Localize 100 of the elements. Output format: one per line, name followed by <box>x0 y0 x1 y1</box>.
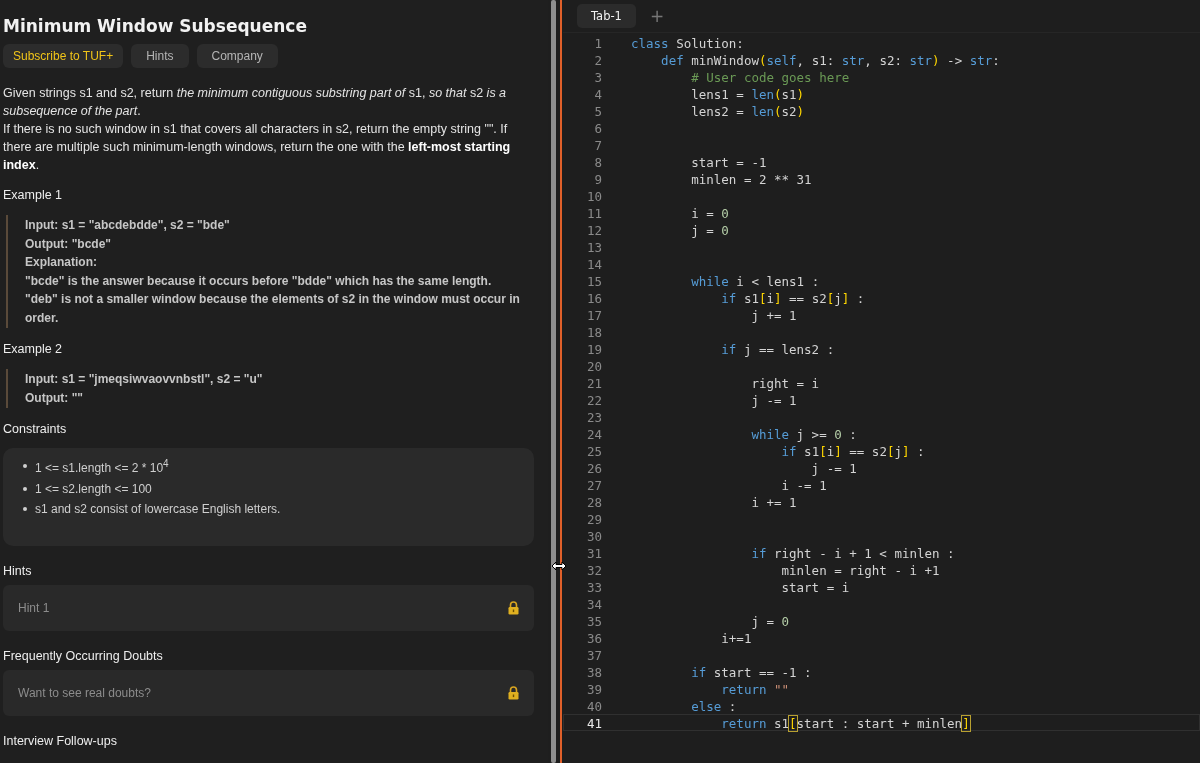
line-number: 31 <box>585 545 602 560</box>
code-line: class Solution: <box>631 35 744 50</box>
bullet-icon <box>23 464 27 469</box>
line-number: 37 <box>585 647 602 662</box>
line-number: 28 <box>585 494 602 509</box>
line-number: 6 <box>593 120 602 135</box>
line-number: 17 <box>585 307 602 322</box>
example-heading: Example 1 <box>3 188 64 204</box>
resize-handle[interactable] <box>560 0 562 763</box>
line-number: 3 <box>593 69 602 84</box>
tag-button[interactable]: Subscribe to TUF+ <box>3 44 124 68</box>
add-tab-button[interactable]: + <box>649 6 665 26</box>
line-number: 15 <box>585 273 602 288</box>
line-number: 39 <box>585 681 602 696</box>
code-line: while i < lens1 : <box>690 273 820 288</box>
description-text: Given strings s1 and s2, return the minimum contiguous substring part of s1, so that s2 is a subsequence of the part. <box>3 85 508 120</box>
line-number: 34 <box>585 596 602 611</box>
code-line: lens1 = len(s1) <box>690 86 805 101</box>
code-line: i = 0 <box>690 205 729 220</box>
line-number: 25 <box>585 443 602 458</box>
code-line: j += 1 <box>750 307 797 322</box>
code-line: start = -1 <box>690 154 767 169</box>
line-number: 2 <box>593 52 602 67</box>
line-number: 8 <box>593 154 602 169</box>
example-text: Input: s1 = "abcdebdde", s2 = "bde" <box>25 217 231 234</box>
code-line: if start == -1 : <box>690 664 812 679</box>
code-line: if right - i + 1 < minlen : <box>750 545 955 560</box>
section-heading: Frequently Occurring Doubts <box>3 648 164 665</box>
constraints-heading: Constraints <box>3 422 68 438</box>
code-line: j = 0 <box>750 613 790 628</box>
line-number: 14 <box>585 256 602 271</box>
example-text: Input: s1 = "jmeqsiwvaovvnbstl", s2 = "u" <box>25 371 264 388</box>
code-line: return "" <box>720 681 790 696</box>
code-line: else : <box>690 698 737 713</box>
bullet-icon <box>23 507 27 512</box>
line-number: 19 <box>585 341 602 356</box>
line-number: 40 <box>585 698 602 713</box>
editor-tab[interactable]: Tab-1 <box>577 4 636 28</box>
code-line: while j >= 0 : <box>750 426 857 441</box>
example-text: Output: "bcde" <box>25 235 113 253</box>
line-number: 24 <box>585 426 602 441</box>
code-line: minlen = right - i +1 <box>780 562 940 577</box>
line-number: 13 <box>585 239 602 254</box>
line-number: 23 <box>585 409 602 424</box>
section-heading: Interview Follow-ups <box>3 733 118 750</box>
code-line: return s1[start : start + minlen] <box>720 715 970 730</box>
line-number: 33 <box>585 579 602 594</box>
line-number: 36 <box>585 630 602 645</box>
locked-item-text: Hint 1 <box>18 600 50 615</box>
line-number: 41 <box>585 715 602 730</box>
line-number: 22 <box>585 392 602 407</box>
description-text: If there is no such window in s1 that covers all characters in s2, return the empty string "". If there are multiple such minimum-length windows, return the one with the left-most starting index. <box>3 121 512 174</box>
line-number: 5 <box>593 103 602 118</box>
line-number: 38 <box>585 664 602 679</box>
line-number: 26 <box>585 460 602 475</box>
code-line: i += 1 <box>750 494 797 509</box>
line-number: 16 <box>585 290 602 305</box>
line-number: 7 <box>593 137 602 152</box>
example-text: Explanation: <box>25 254 98 271</box>
code-line: if s1[i] == s2[j] : <box>720 290 865 305</box>
locked-item-text: Want to see real doubts? <box>18 685 151 700</box>
code-line: j -= 1 <box>750 392 797 407</box>
line-number: 10 <box>585 188 602 203</box>
line-number: 20 <box>585 358 602 373</box>
code-line: minlen = 2 ** 31 <box>690 171 812 186</box>
code-line: j -= 1 <box>810 460 857 475</box>
code-line: i+=1 <box>720 630 752 645</box>
code-line: right = i <box>750 375 820 390</box>
section-heading: Hints <box>3 563 33 580</box>
line-number: 27 <box>585 477 602 492</box>
problem-title: Minimum Window Subsequence <box>3 16 308 38</box>
line-number: 35 <box>585 613 602 628</box>
line-number: 30 <box>585 528 602 543</box>
line-number: 32 <box>585 562 602 577</box>
bullet-icon <box>23 486 27 491</box>
tag-button[interactable]: Company <box>196 44 278 68</box>
code-line: def minWindow(self, s1: str, s2: str) -> str: <box>660 52 1000 67</box>
code-line: # User code goes here <box>690 69 850 84</box>
line-number: 12 <box>585 222 602 237</box>
locked-item[interactable]: Want to see real doubts? <box>3 669 534 716</box>
example-text: "bcde" is the answer because it occurs before "bdde" which has the same length. <box>25 272 493 290</box>
resize-cursor-icon <box>551 561 567 571</box>
code-line: lens2 = len(s2) <box>690 103 805 118</box>
locked-item[interactable]: Hint 1 <box>3 584 534 631</box>
line-number: 21 <box>585 375 602 390</box>
line-number: 11 <box>585 205 602 220</box>
code-line: j = 0 <box>690 222 729 237</box>
example-text: Output: "" <box>25 389 85 407</box>
constraint-text: 1 <= s2.length <= 100 <box>35 480 152 498</box>
scrollbar[interactable] <box>551 0 556 763</box>
line-number: 1 <box>593 35 602 50</box>
tag-button[interactable]: Hints <box>131 44 189 68</box>
code-line: if j == lens2 : <box>720 341 835 356</box>
line-number: 9 <box>593 171 602 186</box>
code-line: if s1[i] == s2[j] : <box>780 443 925 458</box>
example-text: "deb" is not a smaller window because the elements of s2 in the window must occur in order. <box>25 291 521 327</box>
constraint-text: 1 <= s1.length <= 2 * 10$^{4}$ <box>35 457 169 477</box>
example-heading: Example 2 <box>3 342 64 358</box>
code-line: start = i <box>780 579 850 594</box>
code-line: i -= 1 <box>780 477 827 492</box>
